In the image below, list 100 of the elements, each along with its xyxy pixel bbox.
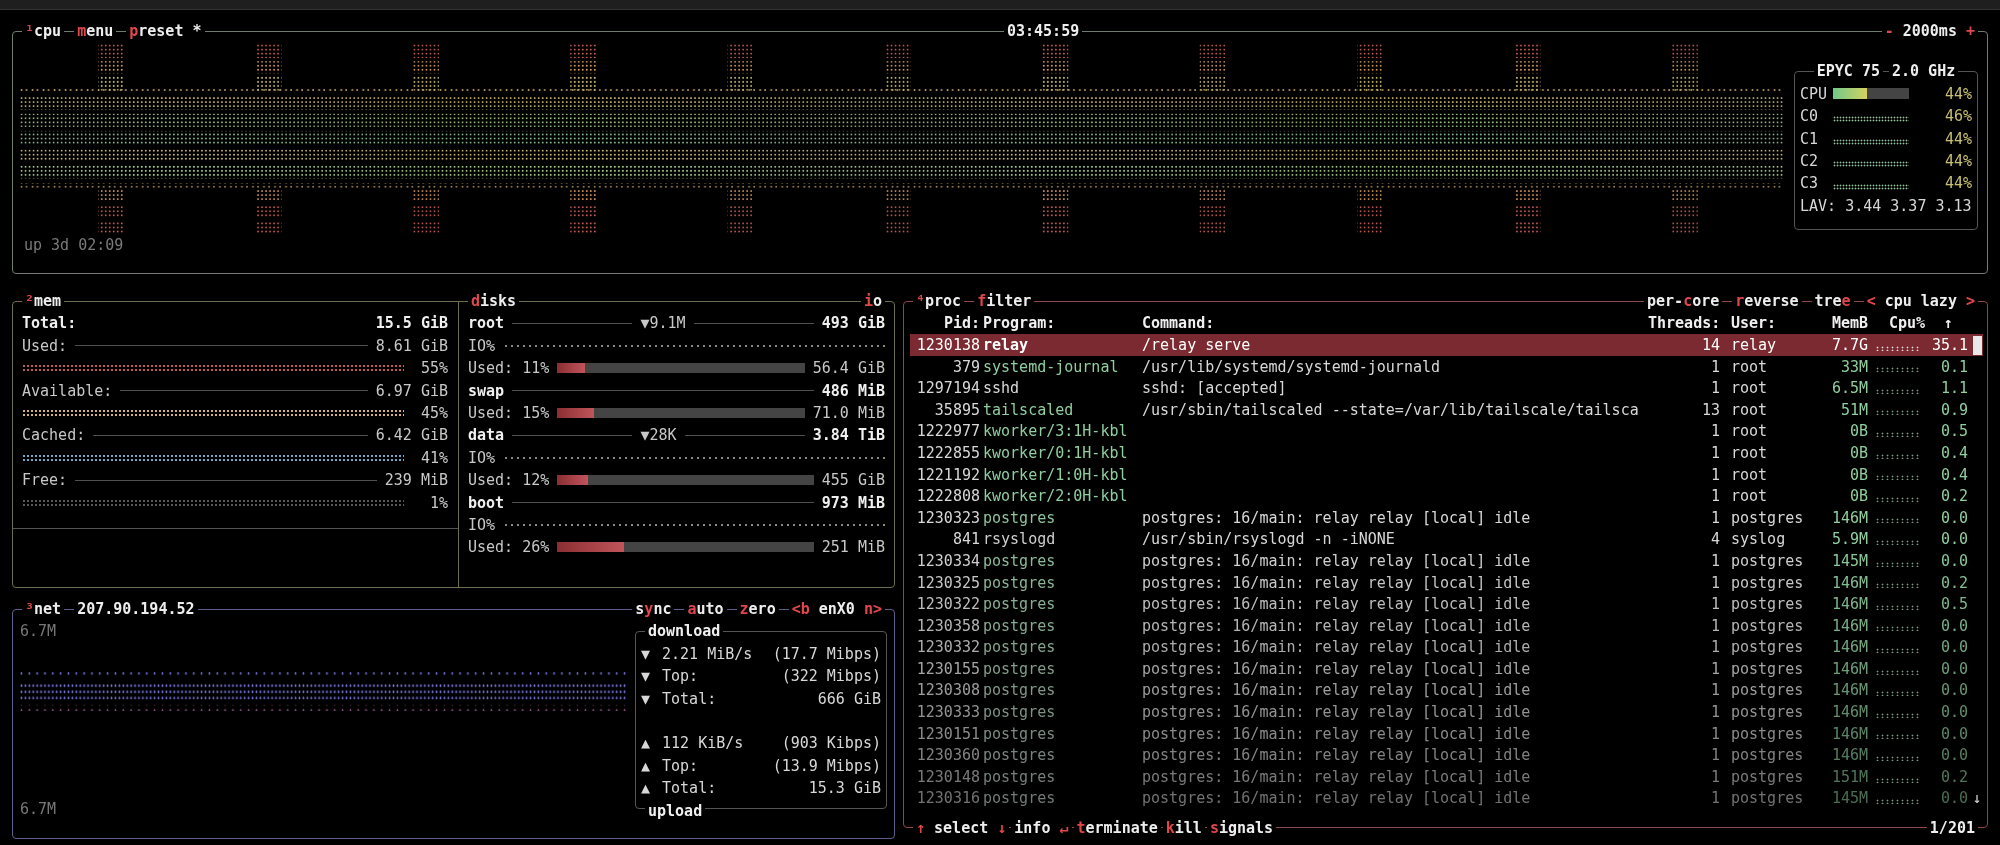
cpu-cell-text: 0.0: [1939, 680, 1968, 702]
process-row[interactable]: 1230360 postgres postgres: 16/main: relay relay [local] idle 1 postgres 146M 0.0: [910, 744, 1983, 766]
memory-cell-text: 7.7G: [1830, 335, 1868, 356]
pid-cell-text: 841: [951, 529, 980, 551]
cpu-cell-text: 0.2: [1939, 486, 1968, 508]
traffic-label: Total:: [662, 778, 717, 800]
column-header[interactable]: User:: [1723, 312, 1811, 335]
process-row[interactable]: 35895 tailscaled /usr/sbin/tailscaled --state=/var/lib/tailscale/tailsca 13 root 51M 0.9: [910, 398, 1983, 421]
threads-cell-text: 1: [1709, 745, 1720, 767]
cpu-sparkline: [1875, 799, 1921, 805]
pid-cell-text: 1222855: [915, 442, 980, 464]
threads-cell-text: 1: [1709, 356, 1720, 378]
process-row[interactable]: 1230333 postgres postgres: 16/main: relay relay [local] idle 1 postgres 146M 0.0: [910, 701, 1983, 723]
process-row[interactable]: 1230138 relay /relay serve 14 relay 7.7G 35.1: [910, 334, 1983, 356]
program-cell: sshd: [983, 379, 1020, 398]
memory-cell-text: 146M: [1830, 637, 1868, 659]
process-row[interactable]: 1230332 postgres postgres: 16/main: relay relay [local] idle 1 postgres 146M 0.0: [910, 636, 1983, 658]
pid-cell-text: 1222808: [915, 486, 980, 508]
program-cell: postgres: [983, 767, 1056, 786]
user-cell-text: root: [1730, 486, 1769, 508]
process-row[interactable]: 1230334 postgres postgres: 16/main: relay relay [local] idle 1 postgres 145M 0.0: [910, 549, 1983, 572]
threads-cell-text: 1: [1709, 680, 1720, 702]
used-label: Used: 11%: [468, 358, 550, 380]
scroll-thumb[interactable]: [1972, 336, 1982, 355]
memory-cell-text: 145M: [1830, 788, 1868, 810]
cpu-cell-text: 0.0: [1939, 702, 1968, 724]
graph-scale: 6.7M: [20, 799, 57, 820]
program-cell: postgres: [983, 508, 1056, 527]
pid-cell-text: 1230151: [915, 723, 980, 745]
process-row[interactable]: 1222808 kworker/2:0H-kbl 1 root 0B 0.2: [910, 485, 1983, 507]
core-percent: 46%: [1944, 106, 1972, 128]
process-row[interactable]: 1297194 sshd sshd: [accepted] 1 root 6.5M 1.1: [910, 377, 1983, 399]
program-cell: tailscaled: [983, 400, 1074, 419]
process-row[interactable]: 1230148 postgres postgres: 16/main: relay relay [local] idle 1 postgres 151M 0.2: [910, 765, 1983, 788]
cpu-cell-text: 0.2: [1939, 572, 1968, 594]
process-row[interactable]: 1230325 postgres postgres: 16/main: relay relay [local] idle 1 postgres 146M 0.2: [910, 571, 1983, 594]
command-cell-text: postgres: 16/main: relay relay [local] idle: [1142, 572, 1532, 594]
process-row[interactable]: 1230155 postgres postgres: 16/main: relay relay [local] idle 1 postgres 146M 0.0: [910, 657, 1983, 680]
process-row[interactable]: 379 systemd-journal /usr/lib/systemd/systemd-journald 1 root 33M 0.1: [910, 355, 1983, 378]
usage-percent: 45%: [419, 402, 448, 424]
traffic-label: Total:: [662, 688, 717, 710]
memory-cell-text: 146M: [1830, 507, 1868, 529]
user-cell-text: root: [1730, 378, 1769, 400]
cpu-sparkline: [1875, 367, 1921, 373]
program-cell: postgres: [983, 724, 1056, 743]
process-row[interactable]: 841 rsyslogd /usr/sbin/rsyslogd -n -iNONE 4 syslog 5.9M 0.0: [910, 528, 1983, 550]
column-header[interactable]: Pid:: [910, 312, 980, 335]
process-row[interactable]: 1222855 kworker/0:1H-kbl 1 root 0B 0.4: [910, 441, 1983, 464]
scroll-down-icon[interactable]: ↓: [1972, 789, 1982, 808]
threads-cell-text: 1: [1709, 442, 1720, 464]
column-header[interactable]: Program:: [983, 312, 1139, 335]
user-cell-text: postgres: [1730, 766, 1805, 788]
process-row[interactable]: 1230322 postgres postgres: 16/main: relay relay [local] idle 1 postgres 146M 0.5: [910, 593, 1983, 615]
memory-cell-text: 5.9M: [1830, 529, 1868, 551]
command-cell-text: /usr/sbin/rsyslogd -n -iNONE: [1142, 529, 1396, 551]
cpu-sparkline: [1875, 669, 1921, 675]
used-value: 71.0 MiB: [812, 402, 885, 424]
process-row[interactable]: 1230151 postgres postgres: 16/main: relay relay [local] idle 1 postgres 146M 0.0: [910, 722, 1983, 745]
cpu-sparkline: [1875, 410, 1921, 416]
pid-cell-text: 35895: [933, 399, 980, 421]
pid-cell-text: 1221192: [915, 464, 980, 486]
process-row[interactable]: 1230308 postgres postgres: 16/main: relay relay [local] idle 1 postgres 146M 0.0: [910, 679, 1983, 702]
column-header[interactable]: Threads:: [1648, 312, 1720, 335]
cpu-cell-text: 35.1: [1930, 335, 1968, 356]
stat-label: Cached:: [22, 425, 86, 447]
memory-cell-text: 146M: [1830, 572, 1868, 594]
cpu-sparkline: [1875, 561, 1921, 567]
memory-cell-text: 146M: [1830, 594, 1868, 616]
traffic-value: 15.3 GiB: [808, 778, 881, 800]
io-label: IO%: [468, 447, 496, 469]
program-cell: postgres: [983, 551, 1056, 570]
program-cell: postgres: [983, 681, 1056, 700]
scroll-up-icon[interactable]: ↑: [1928, 312, 1968, 335]
user-cell-text: postgres: [1730, 637, 1805, 659]
column-header[interactable]: Cpu%: [1871, 312, 1925, 335]
cpu-sparkline: [1875, 583, 1921, 589]
program-cell: kworker/1:0H-kbl: [983, 465, 1128, 484]
command-cell-text: postgres: 16/main: relay relay [local] idle: [1142, 658, 1532, 680]
used-value: 56.4 GiB: [812, 358, 885, 380]
process-row[interactable]: 1230323 postgres postgres: 16/main: relay relay [local] idle 1 postgres 146M 0.0: [910, 506, 1983, 529]
stat-value: 239 MiB: [384, 470, 448, 492]
threads-cell-text: 1: [1709, 572, 1720, 594]
command-cell-text: /usr/lib/systemd/systemd-journald: [1142, 356, 1441, 378]
command-cell-text: sshd: [accepted]: [1142, 378, 1288, 400]
process-row[interactable]: 1222977 kworker/3:1H-kbl 1 root 0B 0.5: [910, 420, 1983, 442]
process-row[interactable]: 1221192 kworker/1:0H-kbl 1 root 0B 0.4: [910, 463, 1983, 486]
threads-cell-text: 13: [1700, 399, 1720, 421]
user-cell-text: relay: [1730, 335, 1778, 356]
user-cell-text: postgres: [1730, 507, 1805, 529]
process-row[interactable]: 1230358 postgres postgres: 16/main: relay relay [local] idle 1 postgres 146M 0.0: [910, 614, 1983, 637]
column-header[interactable]: MemB: [1814, 312, 1868, 335]
column-header[interactable]: Command:: [1142, 312, 1645, 335]
pid-cell-text: 1230334: [915, 550, 980, 572]
io-label: IO%: [468, 514, 496, 536]
process-row[interactable]: 1230316 postgres postgres: 16/main: relay relay [local] idle 1 postgres 145M 0.0 ↓: [910, 787, 1983, 810]
threads-cell-text: 1: [1709, 615, 1720, 637]
user-cell-text: postgres: [1730, 658, 1805, 680]
memory-cell-text: 0B: [1848, 442, 1868, 464]
traffic-label: 112 KiB/s: [662, 733, 744, 755]
pid-cell-text: 1230155: [915, 658, 980, 680]
